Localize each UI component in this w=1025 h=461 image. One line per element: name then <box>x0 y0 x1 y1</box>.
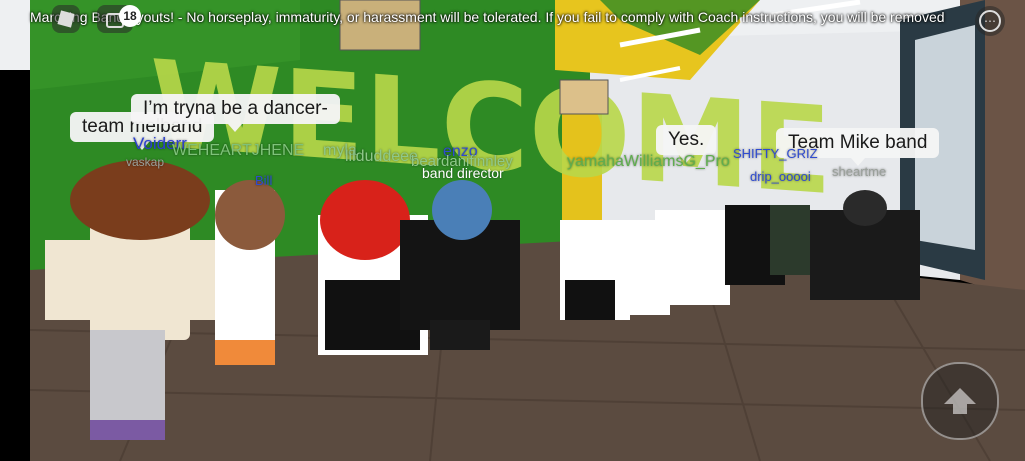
jump-arrow-icon <box>944 388 976 414</box>
more-menu-button[interactable]: ⋯ <box>975 6 1005 36</box>
player-name-tag: Bill <box>255 173 273 188</box>
player-name-tag: beardanifinnley <box>411 153 513 170</box>
player-name-tag: vaskap <box>126 155 165 169</box>
player-name-tag: drip_ooooi <box>750 169 811 184</box>
more-icon: ⋯ <box>979 10 1001 32</box>
player-name-tag: WEHEARTJHENE <box>172 142 305 159</box>
game-scene[interactable]: WELCOME <box>0 0 1025 461</box>
announcement-text: Marching Band tryouts! - No horseplay, i… <box>30 9 945 25</box>
player-name-tag: sheartme <box>832 164 887 179</box>
player-name-tag: SHIFTY_GRIZ <box>733 146 818 161</box>
player-name-tag: yamahaWilliamsG_Pro <box>567 153 730 170</box>
player-name-tag: lilduddeee <box>345 148 418 165</box>
jump-button[interactable] <box>921 362 999 440</box>
top-bar: Marching Band tryouts! - No horseplay, i… <box>0 0 1025 36</box>
roblox-menu-button[interactable] <box>52 5 80 33</box>
chat-bubble: I’m tryna be a dancer- <box>131 94 340 132</box>
avatar-girl-brown-hair <box>215 180 285 365</box>
notification-badge: 18 <box>119 5 141 27</box>
chat-bubble: Yes. <box>656 125 717 163</box>
roblox-logo-icon <box>57 10 75 28</box>
game-viewport[interactable]: WELCOME team melband I’m tryna be a danc… <box>0 0 1025 461</box>
